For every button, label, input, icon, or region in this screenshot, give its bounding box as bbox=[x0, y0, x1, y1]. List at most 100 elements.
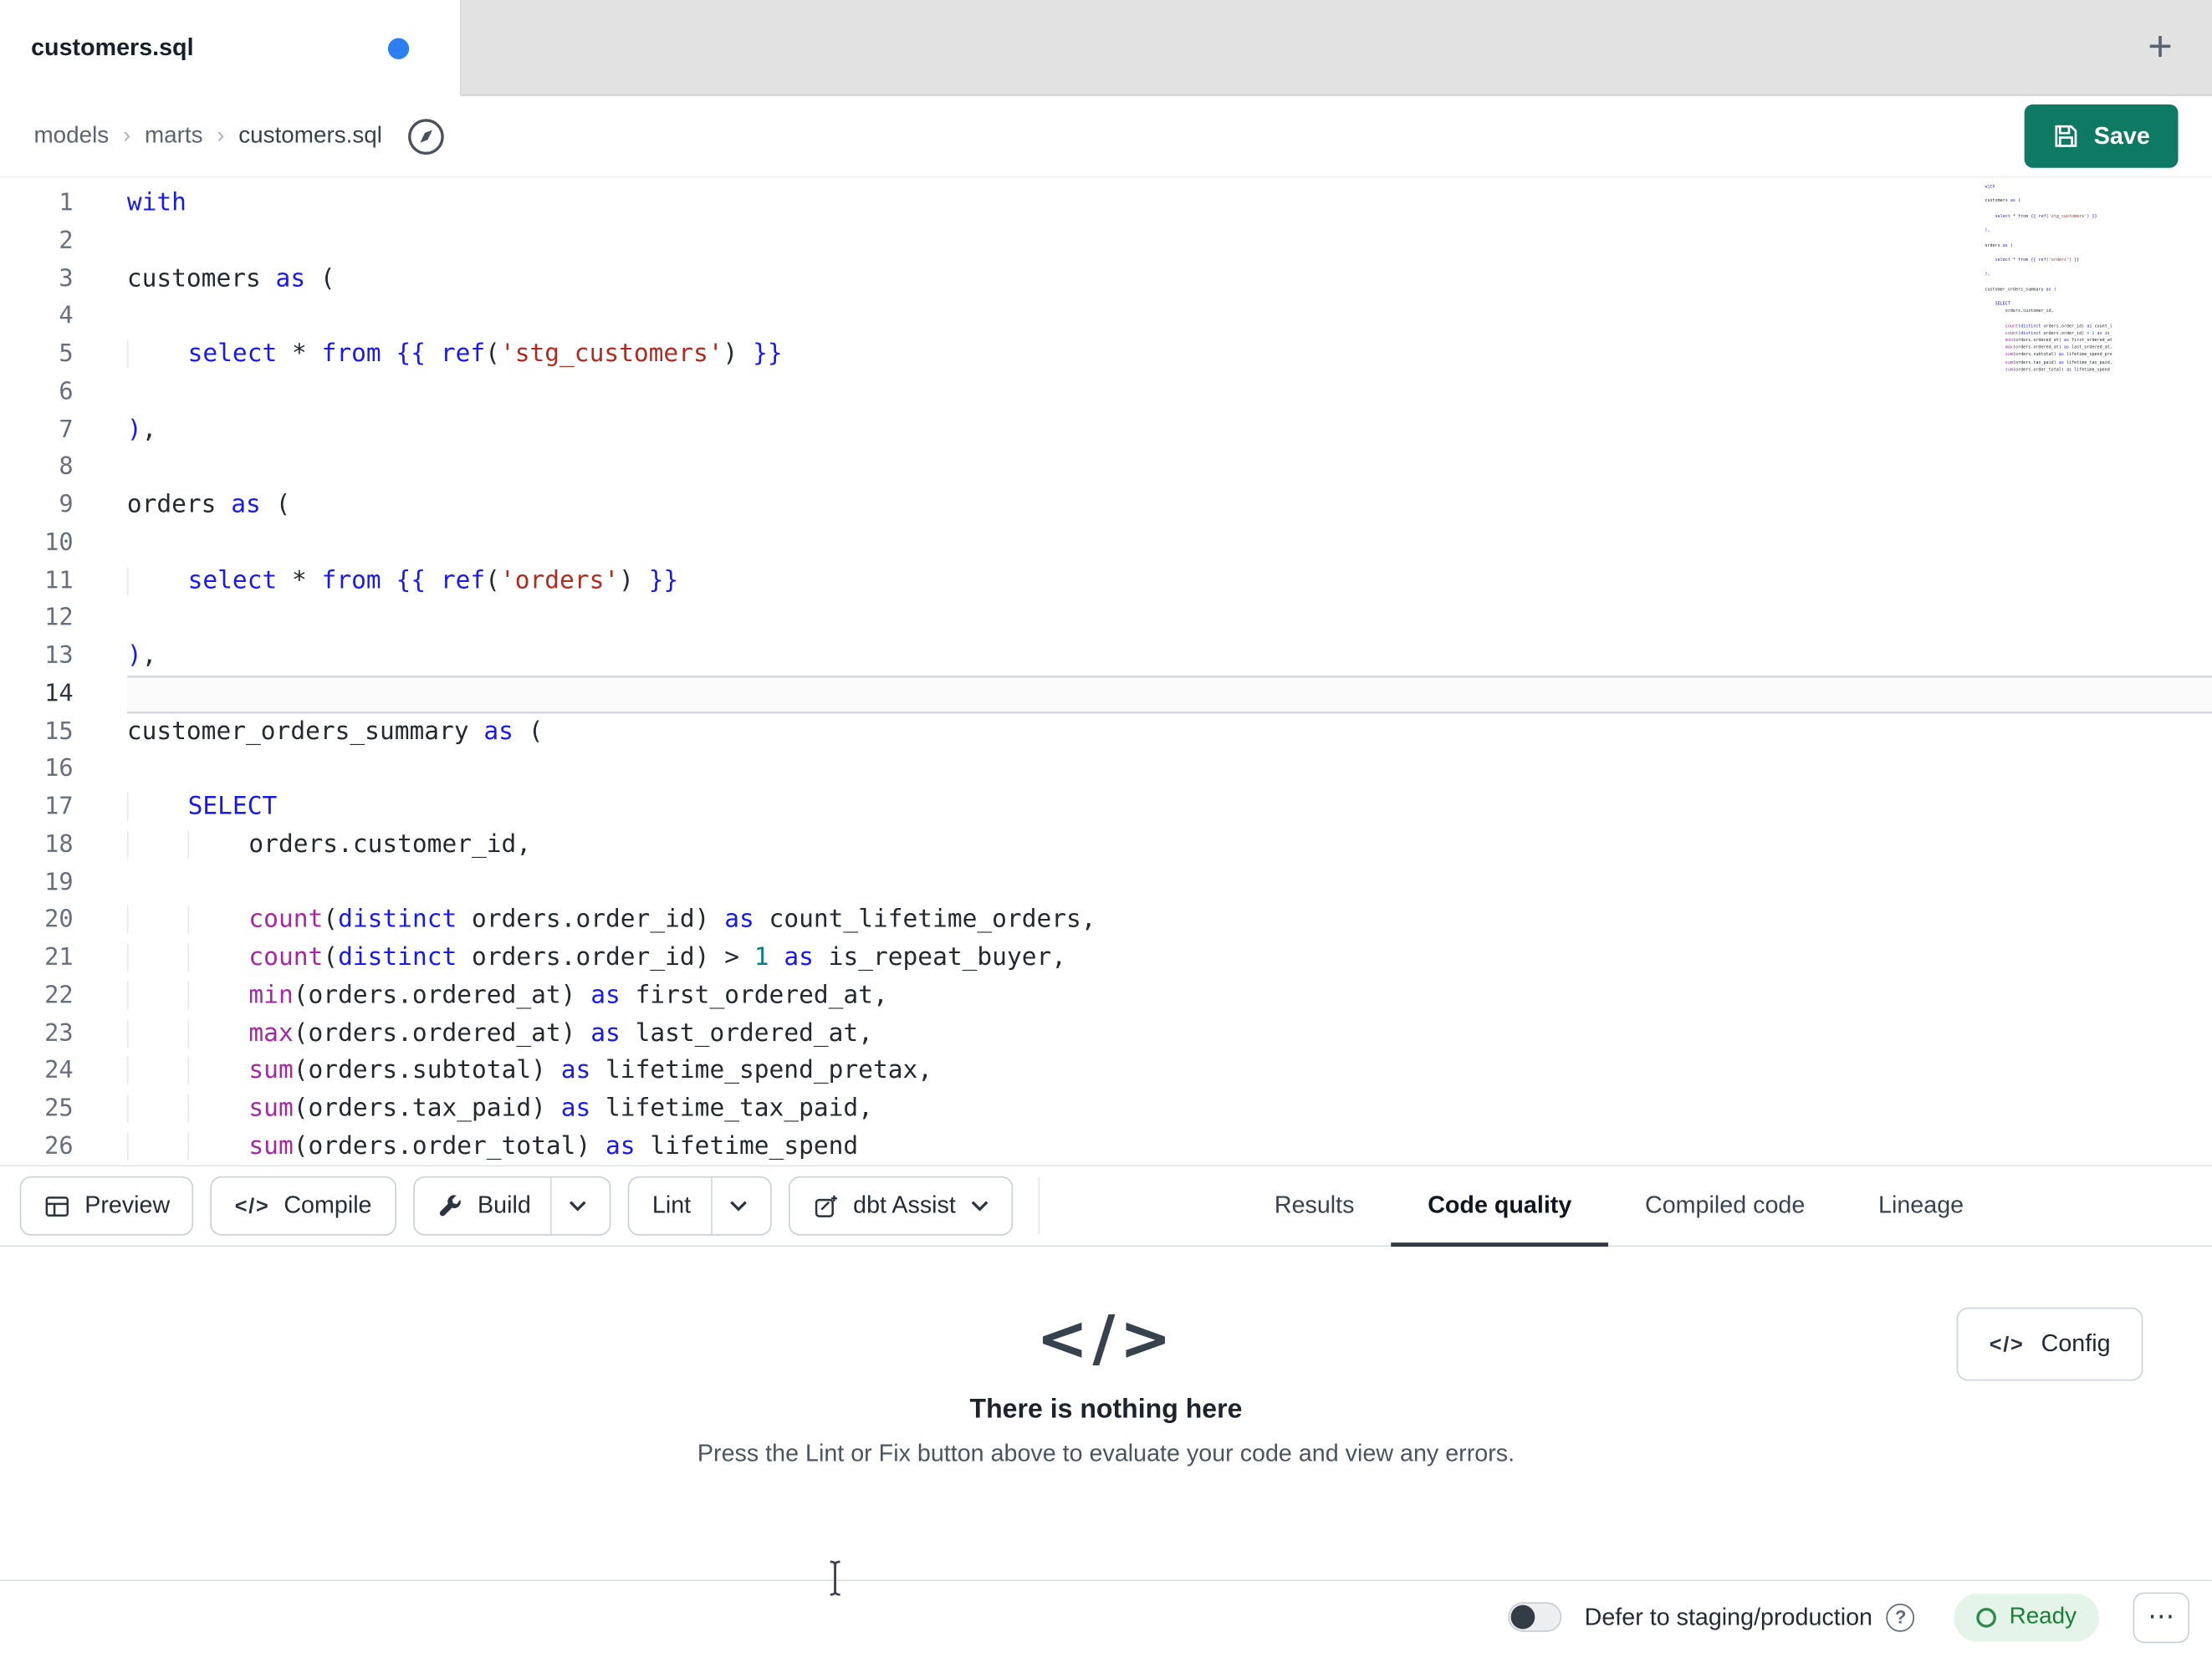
code-line[interactable] bbox=[127, 449, 2212, 487]
editor-gutter: 1 2 3 4 5 6 7 8 9 10 11 12 13 14 15 16 17 18 19 20 21 22 23 24 2… bbox=[0, 185, 107, 1165]
new-tab-button[interactable]: + bbox=[2148, 25, 2173, 69]
code-line[interactable] bbox=[127, 374, 2212, 411]
toolbar-divider bbox=[1037, 1177, 1040, 1235]
code-line[interactable] bbox=[127, 751, 2212, 788]
preview-button[interactable]: Preview bbox=[19, 1176, 194, 1236]
minimap-line: ), bbox=[1985, 271, 1990, 278]
build-button-label: Build bbox=[478, 1191, 531, 1219]
breadcrumb-item-marts[interactable]: marts bbox=[145, 123, 203, 150]
chevron-down-icon bbox=[570, 1200, 587, 1211]
code-line[interactable] bbox=[127, 599, 2212, 637]
defer-toggle[interactable] bbox=[1508, 1602, 1562, 1632]
tab-code-quality[interactable]: Code quality bbox=[1391, 1166, 1609, 1247]
tab-results[interactable]: Results bbox=[1238, 1166, 1391, 1245]
minimap-line: sum(orders.order_total) as lifetime_spen… bbox=[2005, 366, 2110, 372]
line-number: 9 bbox=[59, 491, 74, 519]
breadcrumb: models › marts › customers.sql Save bbox=[0, 95, 2212, 178]
minimap-line bbox=[1985, 264, 2112, 272]
minimap-line: sum(orders.subtotal) as lifetime_spend_p… bbox=[2005, 351, 2112, 358]
empty-state-title: There is nothing here bbox=[969, 1395, 1243, 1425]
line-number: 2 bbox=[59, 227, 74, 255]
build-button[interactable]: Build bbox=[412, 1176, 611, 1236]
code-line[interactable]: count(distinct orders.order_id) as count… bbox=[126, 901, 2212, 939]
code-line[interactable]: min(orders.ordered_at) as first_ordered_… bbox=[126, 977, 2212, 1015]
lint-dropdown-button[interactable] bbox=[710, 1177, 748, 1235]
minimap-line bbox=[1985, 191, 2112, 198]
minimap-line bbox=[1985, 249, 2112, 257]
line-number: 24 bbox=[44, 1056, 74, 1085]
minimap-line: with bbox=[1985, 183, 1995, 190]
tab-bar-empty-area: + bbox=[461, 0, 2212, 96]
code-line[interactable]: max(orders.ordered_at) as last_ordered_a… bbox=[126, 1015, 2212, 1053]
line-number: 17 bbox=[44, 793, 74, 821]
line-number: 8 bbox=[59, 452, 74, 482]
assist-button-label: dbt Assist bbox=[853, 1191, 956, 1219]
minimap-line bbox=[1985, 293, 2112, 301]
ide-window: customers.sql + models › marts › custome… bbox=[0, 0, 2212, 1653]
config-button[interactable]: </> Config bbox=[1956, 1307, 2143, 1381]
code-line[interactable]: ), bbox=[127, 411, 2212, 449]
line-number: 6 bbox=[59, 377, 74, 406]
line-number: 12 bbox=[44, 604, 74, 633]
line-number: 23 bbox=[44, 1018, 74, 1048]
line-number: 4 bbox=[59, 302, 74, 331]
tab-bar: customers.sql + bbox=[0, 0, 2212, 96]
help-icon[interactable]: ? bbox=[1886, 1603, 1915, 1631]
code-line[interactable] bbox=[127, 864, 2212, 901]
line-number: 16 bbox=[44, 754, 74, 783]
code-line[interactable] bbox=[127, 298, 2212, 335]
compile-button[interactable]: </> Compile bbox=[211, 1176, 396, 1236]
code-line[interactable]: ), bbox=[127, 637, 2212, 675]
minimap-line: orders as ( bbox=[1985, 242, 2013, 248]
line-number: 22 bbox=[44, 981, 74, 1010]
code-editor[interactable]: 1 2 3 4 5 6 7 8 9 10 11 12 13 14 15 16 17 18 19 20 21 22 23 24 2… bbox=[0, 177, 2212, 1166]
code-line[interactable]: orders as ( bbox=[127, 487, 2212, 524]
minimap-line: customers as ( bbox=[1985, 197, 2021, 204]
more-options-button[interactable]: ⋯ bbox=[2133, 1591, 2190, 1643]
code-line[interactable] bbox=[126, 675, 2212, 713]
line-number: 19 bbox=[44, 868, 74, 896]
save-button[interactable]: Save bbox=[2025, 104, 2179, 168]
build-dropdown-button[interactable] bbox=[550, 1177, 587, 1235]
code-line[interactable]: count(distinct orders.order_id) > 1 as i… bbox=[126, 939, 2212, 977]
minimap-line: min(orders.ordered_at) as first_ordered_… bbox=[2005, 337, 2112, 343]
minimap-line: customer_orders_summary as ( bbox=[1985, 285, 2056, 292]
code-line[interactable]: sum(orders.subtotal) as lifetime_spend_p… bbox=[126, 1053, 2212, 1090]
code-line[interactable]: customer_orders_summary as ( bbox=[127, 713, 2212, 751]
minimap[interactable]: with customers as ( select * from {{ ref(… bbox=[1985, 183, 2112, 388]
code-area[interactable]: with customers as ( select * from {{ ref(… bbox=[107, 185, 2212, 1165]
minimap-line: count(distinct orders.order_id) > 1 as i… bbox=[2005, 329, 2112, 336]
line-number: 7 bbox=[59, 415, 74, 444]
minimap-line: orders.customer_id, bbox=[2005, 308, 2054, 314]
breadcrumb-item-models[interactable]: models bbox=[33, 123, 109, 150]
minimap-line: select * from {{ ref('orders') }} bbox=[1995, 256, 2080, 263]
dbt-assist-button[interactable]: dbt Assist bbox=[788, 1176, 1013, 1236]
code-line[interactable]: SELECT bbox=[126, 788, 2212, 826]
lint-button[interactable]: Lint bbox=[628, 1176, 772, 1236]
code-line[interactable]: with bbox=[127, 185, 2212, 222]
line-number: 3 bbox=[59, 264, 74, 293]
chevron-down-icon bbox=[970, 1200, 988, 1211]
minimap-line: sum(orders.tax_paid) as lifetime_tax_pai… bbox=[2005, 359, 2112, 365]
file-options-icon[interactable] bbox=[405, 115, 447, 157]
minimap-line bbox=[1985, 315, 2112, 323]
breadcrumb-separator: › bbox=[123, 123, 131, 148]
code-line[interactable]: sum(orders.tax_paid) as lifetime_tax_pai… bbox=[126, 1090, 2212, 1128]
line-number: 14 bbox=[44, 679, 74, 708]
code-icon: </> bbox=[234, 1193, 270, 1218]
code-line[interactable]: select * from {{ ref('stg_customers') }} bbox=[126, 335, 2212, 373]
line-number: 25 bbox=[44, 1094, 74, 1123]
tab-lineage[interactable]: Lineage bbox=[1842, 1166, 2000, 1245]
code-line[interactable]: customers as ( bbox=[127, 260, 2212, 298]
code-line[interactable]: sum(orders.order_total) as lifetime_spen… bbox=[126, 1128, 2212, 1165]
line-number: 20 bbox=[44, 906, 74, 935]
code-line[interactable] bbox=[127, 524, 2212, 562]
preview-button-label: Preview bbox=[84, 1191, 171, 1219]
code-icon: </> bbox=[1036, 1303, 1176, 1375]
ready-status-badge[interactable]: Ready bbox=[1954, 1593, 2100, 1641]
tab-compiled-code[interactable]: Compiled code bbox=[1608, 1166, 1842, 1245]
code-line[interactable]: orders.customer_id, bbox=[126, 826, 2212, 864]
code-line[interactable] bbox=[127, 222, 2212, 260]
code-line[interactable]: select * from {{ ref('orders') }} bbox=[126, 562, 2212, 599]
editor-tab-customers-sql[interactable]: customers.sql bbox=[0, 0, 462, 96]
